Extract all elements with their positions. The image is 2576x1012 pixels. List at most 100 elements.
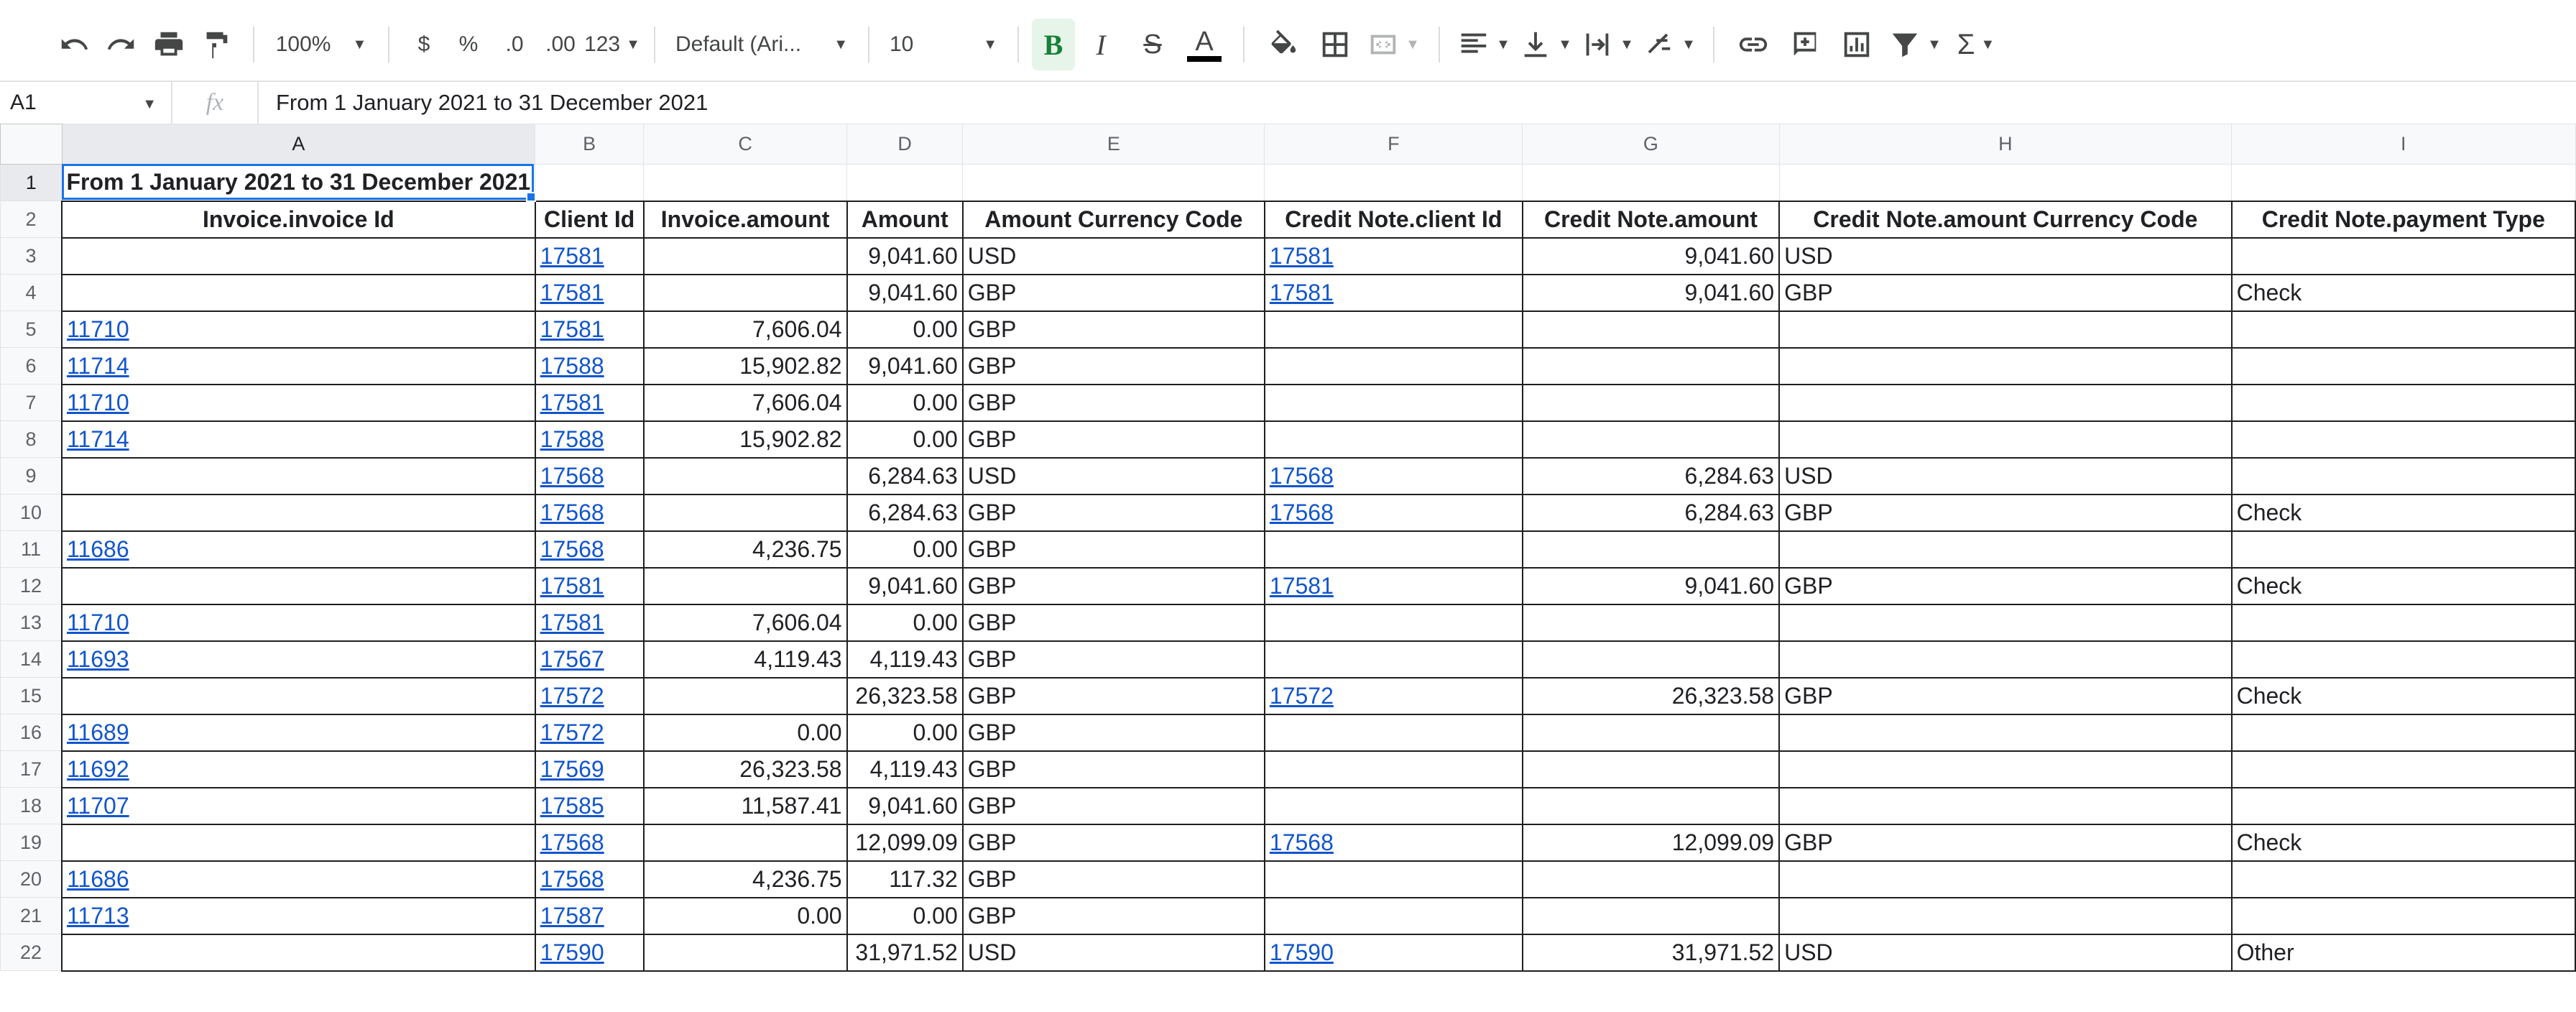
grid-cell[interactable] <box>1264 164 1523 201</box>
data-cell[interactable] <box>2230 860 2576 898</box>
data-cell[interactable]: 31,971.52 <box>1521 933 1781 972</box>
data-cell[interactable] <box>2230 346 2576 385</box>
data-cell[interactable] <box>642 273 848 312</box>
data-cell[interactable]: GBP <box>961 530 1265 569</box>
data-cell[interactable] <box>2230 750 2576 788</box>
data-cell[interactable]: 6,284.63 <box>1521 493 1781 532</box>
id-link[interactable]: 17568 <box>540 829 604 855</box>
data-cell[interactable] <box>2230 236 2576 275</box>
font-family-select[interactable]: Default (Ari... ▼ <box>668 19 855 70</box>
row-header[interactable]: 15 <box>0 677 63 714</box>
data-cell[interactable]: 4,119.43 <box>846 750 964 788</box>
data-cell[interactable]: Check <box>2230 273 2576 312</box>
id-link[interactable]: 17572 <box>540 719 604 745</box>
data-cell[interactable] <box>1263 640 1523 678</box>
data-cell[interactable] <box>1778 420 2233 459</box>
bold-button[interactable]: B <box>1032 19 1075 70</box>
data-cell[interactable] <box>1778 310 2233 349</box>
data-cell[interactable] <box>1263 750 1523 788</box>
data-cell[interactable] <box>1521 860 1781 898</box>
data-cell[interactable]: 0.00 <box>846 383 964 422</box>
id-link[interactable]: 17568 <box>540 866 604 892</box>
data-cell[interactable] <box>1263 530 1523 569</box>
row-header[interactable]: 6 <box>0 347 63 385</box>
id-link[interactable]: 17568 <box>1270 829 1334 855</box>
data-cell[interactable]: 17568 <box>534 456 645 495</box>
header-cell[interactable]: Client Id <box>534 200 645 239</box>
data-cell[interactable]: Check <box>2230 566 2576 605</box>
text-rotation-button[interactable]: ▼ <box>1638 19 1700 70</box>
data-cell[interactable]: 0.00 <box>846 713 964 752</box>
id-link[interactable]: 17568 <box>1270 463 1334 489</box>
filter-button[interactable]: ▼ <box>1883 19 1947 70</box>
data-cell[interactable]: 17568 <box>1263 493 1523 532</box>
column-header-e[interactable]: E <box>962 124 1265 165</box>
data-cell[interactable] <box>1521 603 1781 642</box>
data-cell[interactable]: 9,041.60 <box>1521 236 1781 275</box>
data-cell[interactable]: 0.00 <box>846 603 964 642</box>
data-cell[interactable]: 17568 <box>1263 456 1523 495</box>
data-cell[interactable]: 11713 <box>61 896 536 935</box>
insert-link-button[interactable] <box>1727 19 1779 70</box>
id-link[interactable]: 17569 <box>540 756 604 782</box>
data-cell[interactable]: 6,284.63 <box>1521 456 1781 495</box>
insert-chart-button[interactable] <box>1831 19 1883 70</box>
data-cell[interactable] <box>1778 860 2233 898</box>
id-link[interactable]: 11686 <box>67 866 129 892</box>
row-header[interactable]: 21 <box>0 897 63 934</box>
id-link[interactable]: 17581 <box>540 280 604 305</box>
data-cell[interactable]: 17588 <box>534 420 645 459</box>
data-cell[interactable]: 11710 <box>61 310 536 349</box>
data-cell[interactable]: 17568 <box>534 860 645 898</box>
data-cell[interactable] <box>642 676 848 715</box>
row-header[interactable]: 3 <box>0 237 63 275</box>
data-cell[interactable]: 11707 <box>61 786 536 825</box>
data-cell[interactable]: 26,323.58 <box>642 750 848 788</box>
row-header[interactable]: 19 <box>0 824 63 861</box>
data-cell[interactable]: 17581 <box>1263 236 1523 275</box>
data-cell[interactable] <box>1263 603 1523 642</box>
data-cell[interactable]: GBP <box>1778 273 2233 312</box>
data-cell[interactable]: USD <box>1778 456 2233 495</box>
grid-cell[interactable] <box>1778 164 2233 201</box>
formula-input[interactable]: From 1 January 2021 to 31 December 2021 <box>259 90 708 116</box>
data-cell[interactable] <box>1521 310 1781 349</box>
data-cell[interactable]: 17581 <box>534 273 645 312</box>
data-cell[interactable] <box>61 493 536 532</box>
data-cell[interactable]: 11693 <box>61 640 536 678</box>
row-header[interactable]: 16 <box>0 714 63 751</box>
data-cell[interactable]: USD <box>1778 933 2233 972</box>
data-cell[interactable]: 0.00 <box>846 310 964 349</box>
data-cell[interactable]: Check <box>2230 493 2576 532</box>
zoom-select[interactable]: 100% ▼ <box>267 19 375 70</box>
id-link[interactable]: 17581 <box>540 610 604 635</box>
data-cell[interactable]: GBP <box>961 310 1265 349</box>
id-link[interactable]: 11714 <box>67 353 129 379</box>
data-cell[interactable]: 17590 <box>1263 933 1523 972</box>
undo-button[interactable] <box>50 19 98 70</box>
column-header-b[interactable]: B <box>535 124 645 165</box>
data-cell[interactable]: 11,587.41 <box>642 786 848 825</box>
data-cell[interactable] <box>1263 346 1523 385</box>
data-cell[interactable] <box>1521 896 1781 935</box>
data-cell[interactable]: 17581 <box>534 383 645 422</box>
grid-cell[interactable] <box>962 164 1265 201</box>
data-cell[interactable] <box>1263 786 1523 825</box>
data-cell[interactable]: GBP <box>961 273 1265 312</box>
data-cell[interactable]: 9,041.60 <box>846 273 964 312</box>
data-cell[interactable] <box>61 566 536 605</box>
data-cell[interactable]: 17585 <box>534 786 645 825</box>
data-cell[interactable]: 11692 <box>61 750 536 788</box>
grid-cell[interactable] <box>1522 164 1780 201</box>
data-cell[interactable]: 11714 <box>61 420 536 459</box>
data-cell[interactable] <box>642 236 848 275</box>
data-cell[interactable]: GBP <box>961 823 1265 862</box>
column-header-h[interactable]: H <box>1778 124 2233 165</box>
print-button[interactable] <box>145 19 193 70</box>
data-cell[interactable]: 17581 <box>534 603 645 642</box>
vertical-align-button[interactable]: ▼ <box>1515 19 1576 70</box>
column-header-c[interactable]: C <box>643 124 848 165</box>
data-cell[interactable] <box>2230 786 2576 825</box>
row-header[interactable]: 18 <box>0 787 63 824</box>
id-link[interactable]: 11692 <box>67 756 129 782</box>
